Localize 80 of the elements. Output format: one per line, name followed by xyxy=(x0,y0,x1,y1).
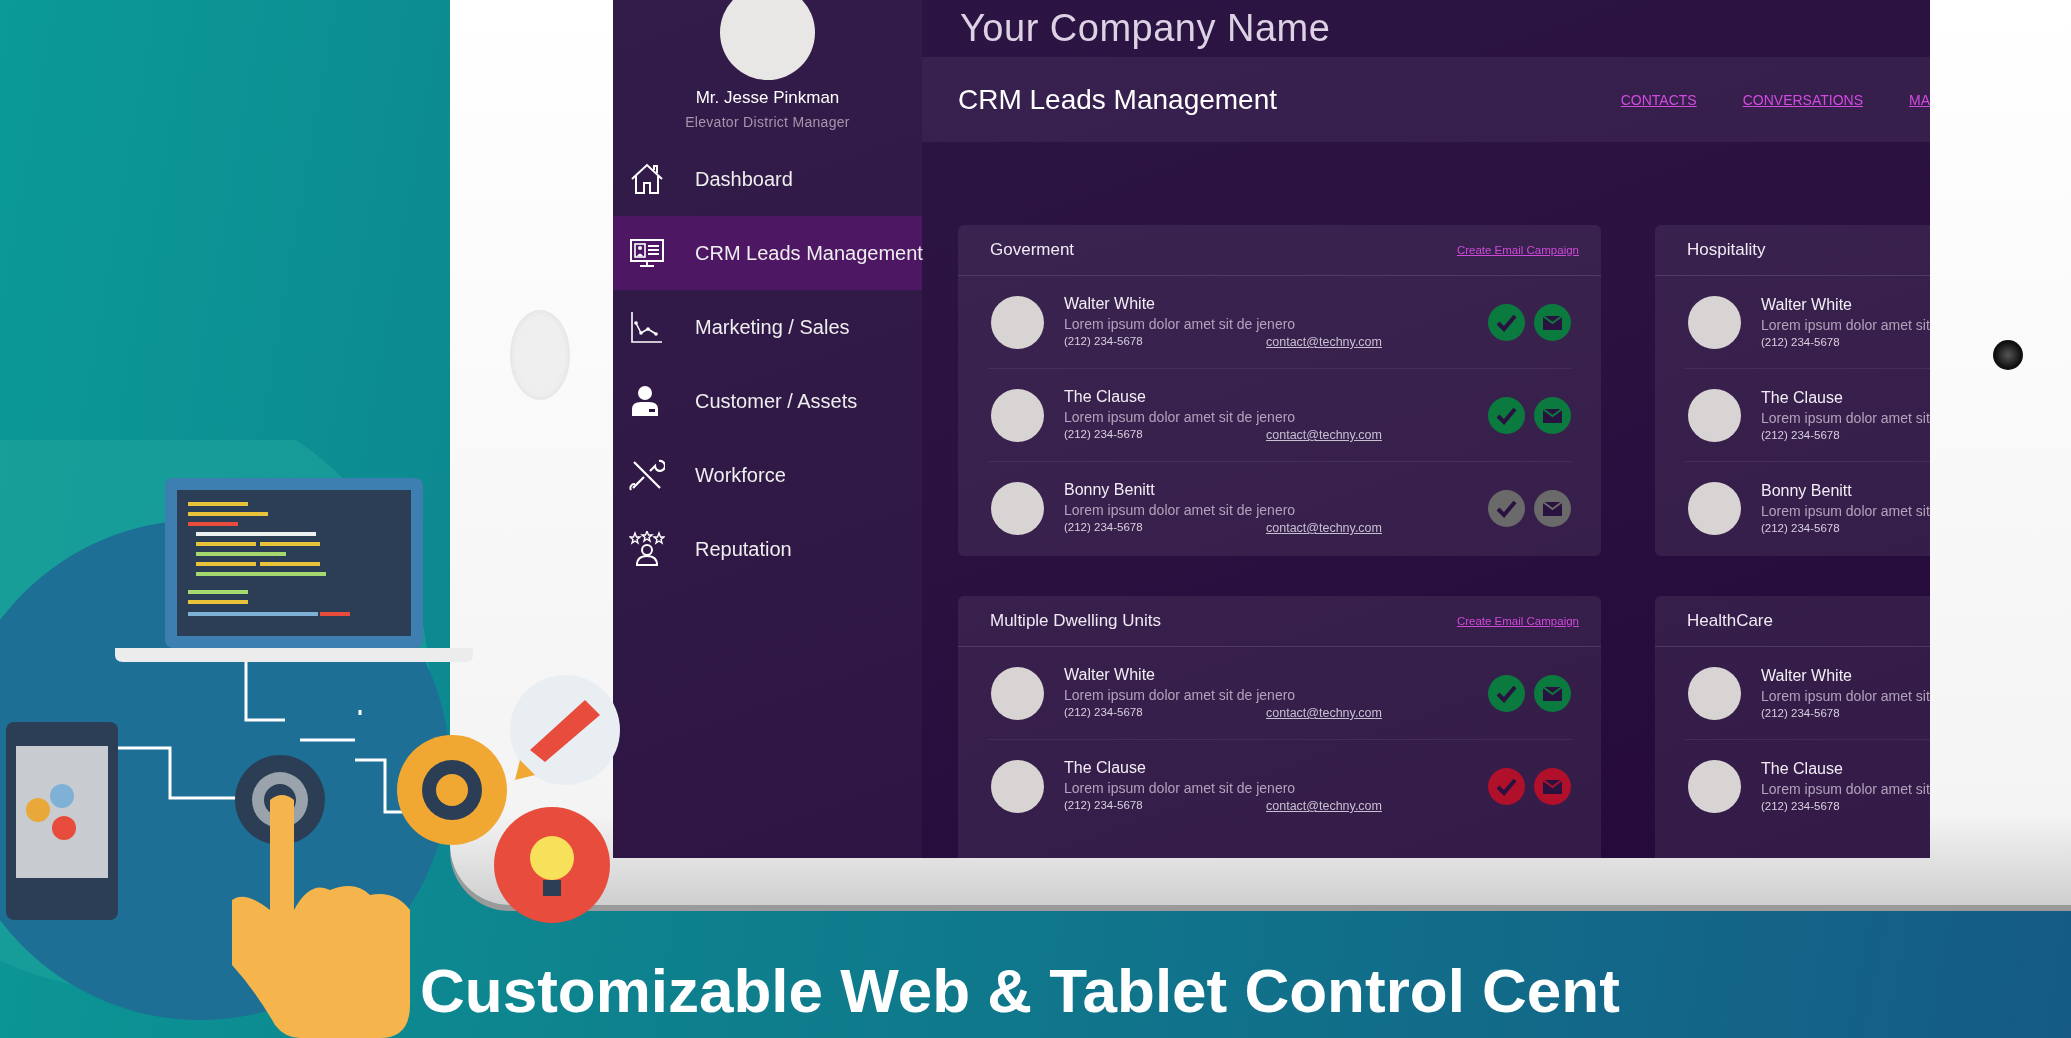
sidebar-item[interactable]: CRM Leads Management xyxy=(613,216,922,290)
campaign-link[interactable]: Create Email Campaign xyxy=(1456,615,1579,627)
line-chart-icon xyxy=(629,309,665,345)
contact-description: Lorem ipsum dolor amet sit de jenero xyxy=(1064,409,1297,425)
contact-phone: (212) 234-5678 xyxy=(1761,522,1841,534)
contact-phone: (212) 234-5678 xyxy=(1064,521,1144,535)
approve-button[interactable] xyxy=(1488,396,1525,434)
approve-button[interactable] xyxy=(1488,489,1525,527)
contact-description: Lorem ipsum dolor amet sit de jenero xyxy=(1064,687,1297,703)
contact-phone: (212) 234-5678 xyxy=(1064,428,1144,442)
email-link[interactable]: contact@techny.com xyxy=(1266,335,1382,349)
contact-phone: (212) 234-5678 xyxy=(1761,429,1841,441)
avatar-placeholder xyxy=(1688,759,1741,813)
sidebar-item[interactable]: Customer / Assets xyxy=(613,364,922,438)
contact-description: Lorem ipsum dolor amet sit xyxy=(1761,688,1930,704)
contact-name: Walter White xyxy=(1761,667,1853,685)
avatar-placeholder xyxy=(991,666,1044,720)
sidebar-item[interactable]: Workforce xyxy=(613,438,922,512)
contact-name: Bonny Benitt xyxy=(1064,481,1156,499)
contact-phone: (212) 234-5678 xyxy=(1761,336,1841,348)
contact-phone: (212) 234-5678 xyxy=(1064,335,1144,349)
approve-button[interactable] xyxy=(1488,303,1525,341)
avatar-placeholder xyxy=(991,481,1044,535)
card-title: Hospitality xyxy=(1687,240,1766,260)
contact-name: The Clause xyxy=(1064,388,1147,406)
contact-name: The Clause xyxy=(1064,759,1147,777)
contact-name: Walter White xyxy=(1064,295,1156,313)
nav-link[interactable]: MA xyxy=(1909,91,1930,108)
company-name: Your Company Name xyxy=(960,7,1331,50)
contact-name: The Clause xyxy=(1761,760,1844,778)
email-button[interactable] xyxy=(1534,767,1571,805)
contact-phone: (212) 234-5678 xyxy=(1064,799,1144,813)
email-button[interactable] xyxy=(1534,674,1571,712)
sidebar-item[interactable]: Marketing / Sales xyxy=(613,290,922,364)
card-title: Goverment xyxy=(990,240,1075,260)
contact-name: Bonny Benitt xyxy=(1761,482,1853,500)
contact-phone: (212) 234-5678 xyxy=(1761,707,1841,719)
camera-lens xyxy=(1993,340,2023,370)
card-title: HealthCare xyxy=(1687,611,1773,631)
email-link[interactable]: contact@techny.com xyxy=(1266,521,1382,535)
contact-phone: (212) 234-5678 xyxy=(1064,706,1144,720)
contact-description: Lorem ipsum dolor amet sit de jenero xyxy=(1064,502,1297,518)
campaign-link[interactable]: Create Email Campaign xyxy=(1456,244,1579,256)
avatar-placeholder xyxy=(1688,388,1741,442)
avatar-placeholder xyxy=(991,388,1044,442)
nav-link[interactable]: CONTACTS xyxy=(1620,91,1697,108)
avatar-placeholder xyxy=(1688,295,1741,349)
email-button[interactable] xyxy=(1534,489,1571,527)
wrench-screwdriver-icon xyxy=(629,457,665,493)
avatar-placeholder xyxy=(1688,481,1741,535)
card-title: Multiple Dwelling Units xyxy=(990,611,1161,631)
avatar-placeholder xyxy=(991,295,1044,349)
email-link[interactable]: contact@techny.com xyxy=(1266,428,1382,442)
sidebar-item[interactable]: Dashboard xyxy=(613,142,922,216)
contact-description: Lorem ipsum dolor amet sit de jenero xyxy=(1064,780,1297,796)
sidebar-item[interactable]: Reputation xyxy=(613,512,922,586)
contact-description: Lorem ipsum dolor amet sit xyxy=(1761,503,1930,519)
contact-description: Lorem ipsum dolor amet sit de jenero xyxy=(1064,316,1297,332)
contact-name: Walter White xyxy=(1064,666,1156,684)
avatar-placeholder xyxy=(991,759,1044,813)
email-button[interactable] xyxy=(1534,396,1571,434)
nav-link[interactable]: CONVERSATIONS xyxy=(1742,91,1863,108)
email-link[interactable]: contact@techny.com xyxy=(1266,706,1382,720)
email-link[interactable]: contact@techny.com xyxy=(1266,799,1382,813)
contact-description: Lorem ipsum dolor amet sit xyxy=(1761,317,1930,333)
headline-text: Customizable Web & Tablet Control Cent xyxy=(419,955,1621,1026)
contact-description: Lorem ipsum dolor amet sit xyxy=(1761,781,1930,797)
email-button[interactable] xyxy=(1534,303,1571,341)
person-stars-icon xyxy=(629,531,665,567)
user-role: Elevator District Manager xyxy=(685,114,850,130)
page-title: CRM Leads Management xyxy=(958,83,1279,116)
approve-button[interactable] xyxy=(1488,767,1525,805)
avatar-placeholder xyxy=(1688,666,1741,720)
contact-phone: (212) 234-5678 xyxy=(1761,800,1841,812)
approve-button[interactable] xyxy=(1488,674,1525,712)
contact-name: Walter White xyxy=(1761,296,1853,314)
contact-description: Lorem ipsum dolor amet sit xyxy=(1761,410,1930,426)
contact-name: The Clause xyxy=(1761,389,1844,407)
house-icon xyxy=(629,161,665,197)
user-name: Mr. Jesse Pinkman xyxy=(695,88,840,108)
